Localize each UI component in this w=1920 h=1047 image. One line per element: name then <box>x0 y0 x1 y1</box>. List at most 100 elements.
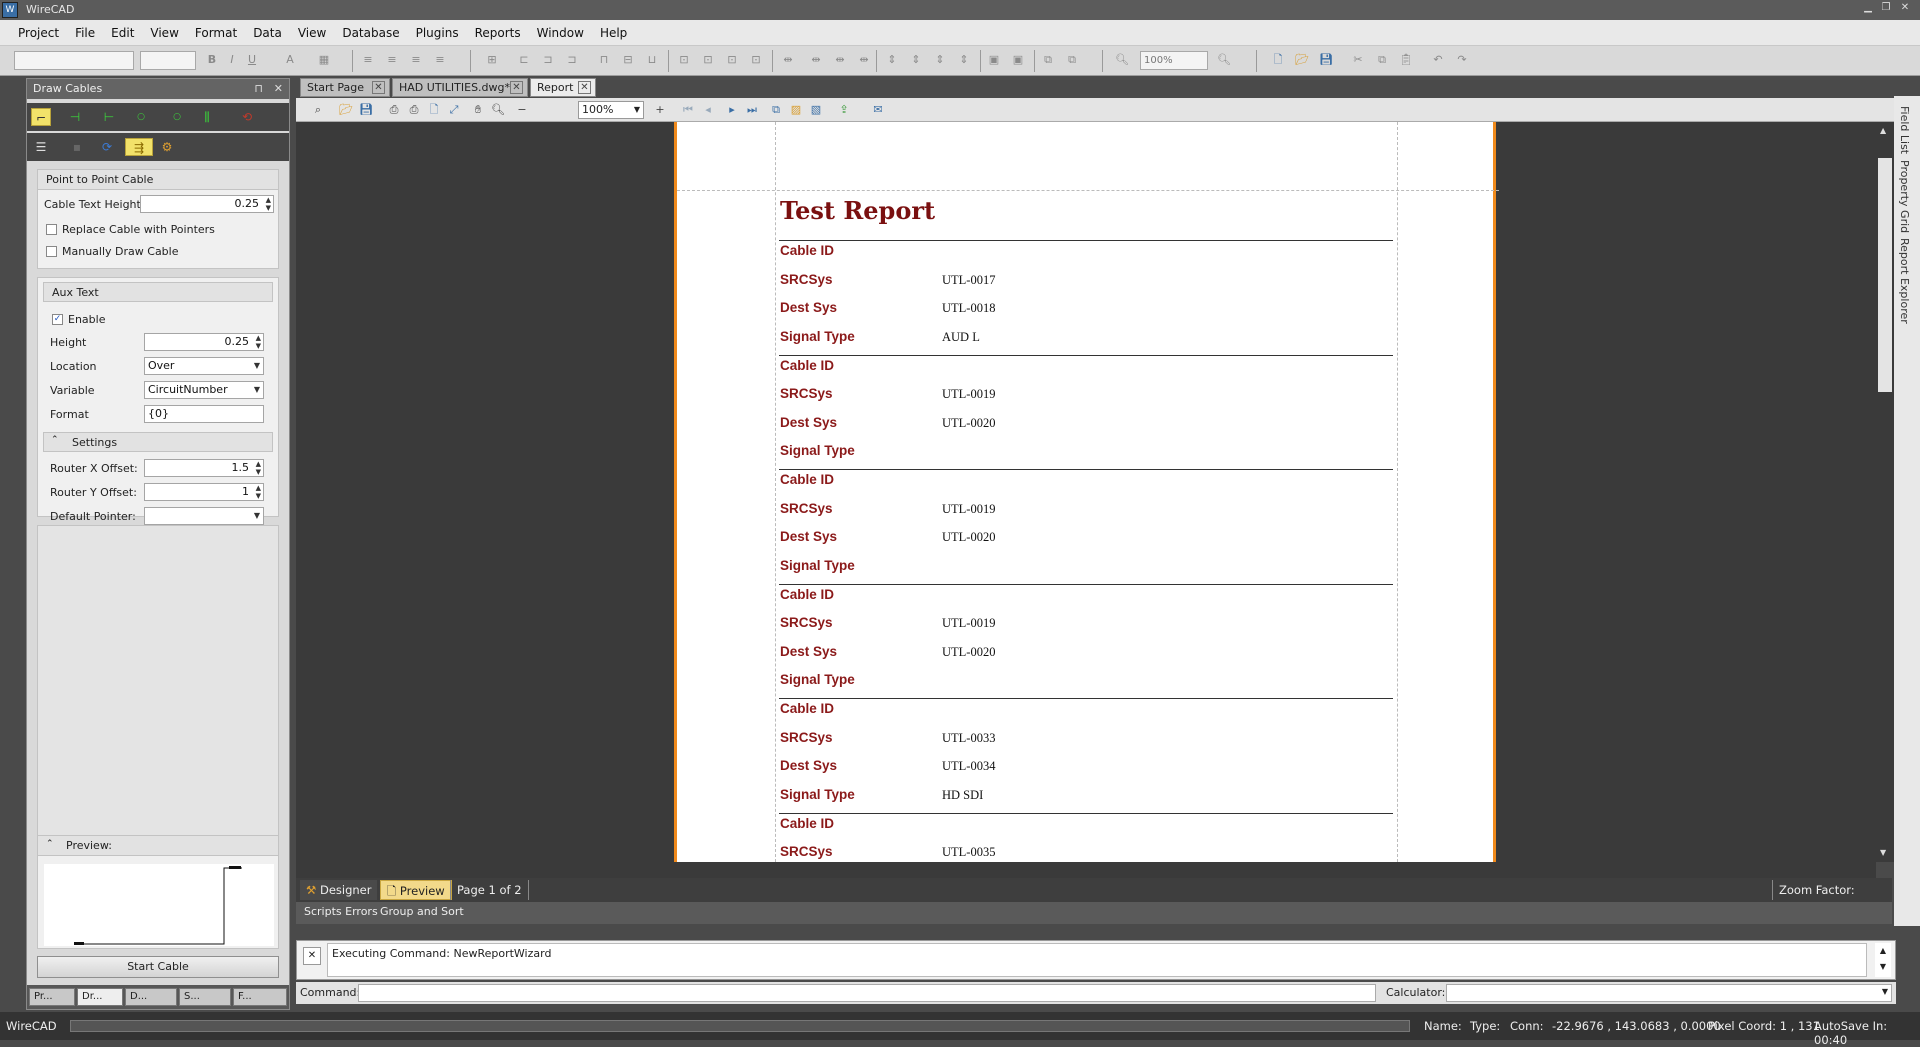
close-tab-icon[interactable]: ✕ <box>510 81 523 94</box>
new-file-icon[interactable]: 🗋 <box>1270 52 1286 68</box>
point-to-point-cable-icon[interactable]: ⌐ <box>31 108 51 126</box>
minimize-icon[interactable]: ▁ <box>1860 2 1876 16</box>
hspace-decrease-icon[interactable]: ⇹ <box>832 52 848 68</box>
scripts-errors-tab[interactable]: Scripts Errors <box>304 905 378 918</box>
same-width-icon[interactable]: ⊡ <box>676 52 692 68</box>
preview-tab[interactable]: 🗋 Preview <box>380 880 452 900</box>
size-to-grid-icon[interactable]: ⊡ <box>748 52 764 68</box>
tab-s[interactable]: S... <box>179 988 231 1006</box>
align-rights-icon[interactable]: ⊐ <box>564 52 580 68</box>
report-zoom-select[interactable]: 100% ▼ <box>578 101 644 119</box>
manually-draw-checkbox[interactable] <box>46 246 57 257</box>
zoom-in-icon[interactable]: + <box>652 102 668 118</box>
draw-connector-left-icon[interactable]: ⊣ <box>65 108 85 126</box>
tab-draw[interactable]: Dr... <box>77 988 123 1006</box>
group-sort-tab[interactable]: Group and Sort <box>380 905 464 918</box>
email-icon[interactable]: ✉ <box>870 102 886 118</box>
node-icon[interactable]: ○ <box>131 108 151 126</box>
collapse-icon[interactable]: ⌃ <box>46 839 54 849</box>
default-pointer-select[interactable]: ▼ <box>144 507 264 525</box>
same-size-icon[interactable]: ⊡ <box>724 52 740 68</box>
spinner-icon[interactable]: ▲ ▼ <box>266 196 271 212</box>
redo-icon[interactable]: ↷ <box>1454 52 1470 68</box>
vspace-increase-icon[interactable]: ⇕ <box>908 52 924 68</box>
property-grid-tab[interactable]: Property Grid <box>1898 160 1911 233</box>
multiple-pages-icon[interactable]: ⧉ <box>768 102 784 118</box>
close-tab-icon[interactable]: ✕ <box>372 81 385 94</box>
align-centers-icon[interactable]: ⊐ <box>540 52 556 68</box>
vspace-remove-icon[interactable]: ⇕ <box>956 52 972 68</box>
center-vertically-icon[interactable]: ▣ <box>1010 52 1026 68</box>
menu-data[interactable]: Data <box>245 20 290 46</box>
menu-edit[interactable]: Edit <box>103 20 142 46</box>
export-icon[interactable]: ⇪ <box>836 102 852 118</box>
align-center-icon[interactable]: ≡ <box>384 52 400 68</box>
open-icon[interactable]: 📂︎ <box>338 102 354 118</box>
font-color-icon[interactable]: A <box>282 52 298 68</box>
scale-icon[interactable]: ⤢ <box>446 102 462 118</box>
draw-connector-right-icon[interactable]: ⊢ <box>99 108 119 126</box>
search-icon[interactable]: ⌕ <box>310 102 326 118</box>
report-explorer-tab[interactable]: Report Explorer <box>1898 238 1911 324</box>
vertical-scrollbar[interactable]: ▲ ▼ <box>1876 122 1894 862</box>
print-icon[interactable]: ⎙ <box>386 102 402 118</box>
prev-page-icon[interactable]: ◂ <box>700 102 716 118</box>
collapse-icon[interactable]: ⌃ <box>51 435 59 445</box>
cable-text-height-field[interactable]: 0.25 ▲ ▼ <box>140 195 274 213</box>
settings-tool-icon[interactable]: ⚙ <box>157 138 177 156</box>
font-size-combo[interactable] <box>140 51 196 70</box>
fill-color-icon[interactable]: ▦ <box>316 52 332 68</box>
zoom-out-icon[interactable]: 🔍︎ <box>1114 52 1130 68</box>
pin-icon[interactable]: ⊓ <box>254 79 263 99</box>
menu-help[interactable]: Help <box>592 20 635 46</box>
center-horizontally-icon[interactable]: ▣ <box>986 52 1002 68</box>
send-back-icon[interactable]: ⧉ <box>1064 52 1080 68</box>
page-setup-icon[interactable]: 🗋 <box>426 102 442 118</box>
tab-project[interactable]: Pr... <box>29 988 75 1006</box>
bus-icon[interactable]: ⫼ <box>197 108 217 126</box>
hspace-increase-icon[interactable]: ⇹ <box>808 52 824 68</box>
hand-tool-icon[interactable]: ✋︎ <box>470 102 486 118</box>
output-scroll[interactable]: ▲ ▼ <box>1875 943 1891 977</box>
start-cable-button[interactable]: Start Cable <box>37 956 279 978</box>
zoom-in-icon[interactable]: 🔍︎ <box>1216 52 1232 68</box>
router-y-field[interactable]: 1 ▲ ▼ <box>144 483 264 501</box>
tab-f[interactable]: F... <box>233 988 287 1006</box>
zoom-combo[interactable]: 100% <box>1140 51 1208 70</box>
hspace-equal-icon[interactable]: ⇹ <box>780 52 796 68</box>
command-input[interactable] <box>358 984 1376 1002</box>
bold-icon[interactable]: B <box>204 52 220 68</box>
menu-format[interactable]: Format <box>187 20 245 46</box>
same-height-icon[interactable]: ⊡ <box>700 52 716 68</box>
horizontal-scrollbar[interactable] <box>296 862 1876 878</box>
paste-icon[interactable]: 📋︎ <box>1398 52 1414 68</box>
scroll-thumb[interactable] <box>1878 158 1892 392</box>
replace-cable-checkbox[interactable] <box>46 224 57 235</box>
underline-icon[interactable]: U <box>244 52 260 68</box>
italic-icon[interactable]: I <box>224 52 240 68</box>
font-name-combo[interactable] <box>14 51 134 70</box>
zoom-out-icon[interactable]: − <box>514 102 530 118</box>
vspace-decrease-icon[interactable]: ⇕ <box>932 52 948 68</box>
tab-report[interactable]: Report ✕ <box>530 78 596 97</box>
menu-view-2[interactable]: View <box>290 20 334 46</box>
menu-database[interactable]: Database <box>334 20 407 46</box>
tab-had-utilities[interactable]: HAD UTILITIES.dwg* ✕ <box>392 78 528 97</box>
align-lefts-icon[interactable]: ⊏ <box>516 52 532 68</box>
cut-icon[interactable]: ✂ <box>1350 52 1366 68</box>
save-icon[interactable]: 💾︎ <box>1318 52 1334 68</box>
restore-icon[interactable]: ❐ <box>1878 2 1894 16</box>
vspace-equal-icon[interactable]: ⇕ <box>884 52 900 68</box>
background-color-icon[interactable]: ▨ <box>788 102 804 118</box>
spinner-icon[interactable]: ▲ ▼ <box>256 484 261 500</box>
spinner-icon[interactable]: ▲ ▼ <box>256 460 261 476</box>
format-field[interactable]: {0} <box>144 405 264 423</box>
scroll-down-icon[interactable]: ▼ <box>1880 848 1886 857</box>
height-field[interactable]: 0.25 ▲ ▼ <box>144 333 264 351</box>
magnifier-icon[interactable]: 🔍︎ <box>490 102 506 118</box>
align-right-icon[interactable]: ≡ <box>408 52 424 68</box>
undo-icon[interactable]: ↶ <box>1430 52 1446 68</box>
align-tops-icon[interactable]: ⊓ <box>596 52 612 68</box>
location-select[interactable]: Over ▼ <box>144 357 264 375</box>
menu-file[interactable]: File <box>67 20 103 46</box>
